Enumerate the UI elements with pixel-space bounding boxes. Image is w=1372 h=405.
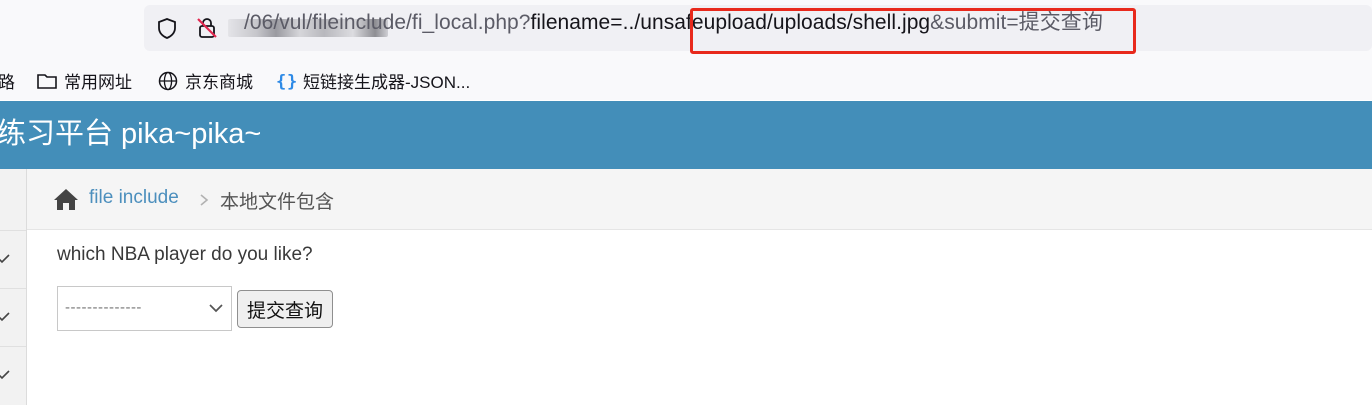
select-value: -------------- bbox=[65, 299, 142, 316]
bookmark-jd[interactable]: 京东商城 bbox=[157, 68, 253, 93]
site-title[interactable]: 练习平台 pika~pika~ bbox=[0, 115, 261, 153]
bookmark-label: 路 bbox=[0, 73, 15, 92]
annotation-highlight-box bbox=[690, 8, 1136, 54]
sidebar-item-1[interactable] bbox=[0, 169, 26, 231]
chevron-right-icon bbox=[200, 194, 209, 206]
bookmark-folder-common[interactable]: 常用网址 bbox=[36, 68, 132, 93]
folder-icon bbox=[37, 73, 57, 89]
sidebar-item-3[interactable] bbox=[0, 289, 26, 347]
braces-icon: { } bbox=[276, 72, 297, 92]
bookmark-short-link[interactable]: { } 短链接生成器-JSON... bbox=[275, 68, 470, 93]
player-select[interactable]: -------------- bbox=[57, 286, 232, 331]
breadcrumb-link-file-include[interactable]: file include bbox=[89, 187, 179, 209]
check-icon bbox=[0, 370, 10, 380]
sidebar-item-2[interactable] bbox=[0, 231, 26, 289]
bookmark-label: 常用网址 bbox=[64, 73, 132, 92]
site-header: 练习平台 pika~pika~ bbox=[0, 101, 1372, 169]
bookmark-item-partial[interactable]: 路 bbox=[0, 68, 15, 93]
check-icon bbox=[0, 254, 10, 264]
breadcrumb: file include 本地文件包含 bbox=[27, 169, 1372, 230]
svg-text:}: } bbox=[287, 72, 297, 92]
check-icon bbox=[0, 312, 10, 322]
bookmark-label: 京东商城 bbox=[185, 73, 253, 92]
home-icon[interactable] bbox=[53, 187, 79, 211]
svg-text:{: { bbox=[276, 72, 286, 92]
breadcrumb-current: 本地文件包含 bbox=[220, 192, 335, 213]
url-path: /06/vul/fileinclude/fi_local.php? bbox=[244, 11, 531, 34]
browser-toolbar: /06/vul/fileinclude/fi_local.php?filenam… bbox=[0, 0, 1372, 58]
insecure-lock-icon[interactable] bbox=[196, 17, 218, 39]
submit-button[interactable]: 提交查询 bbox=[237, 290, 333, 328]
chevron-down-icon bbox=[209, 304, 223, 313]
sidebar-item-4[interactable] bbox=[0, 347, 26, 405]
sidebar bbox=[0, 169, 27, 405]
question-label: which NBA player do you like? bbox=[57, 244, 313, 265]
bookmarks-bar: 路 常用网址 京东商城 { } 短链接生成器-JSON... bbox=[0, 58, 1372, 100]
shield-icon[interactable] bbox=[156, 17, 178, 39]
bookmark-label: 短链接生成器-JSON... bbox=[303, 73, 471, 92]
globe-icon bbox=[158, 71, 178, 90]
